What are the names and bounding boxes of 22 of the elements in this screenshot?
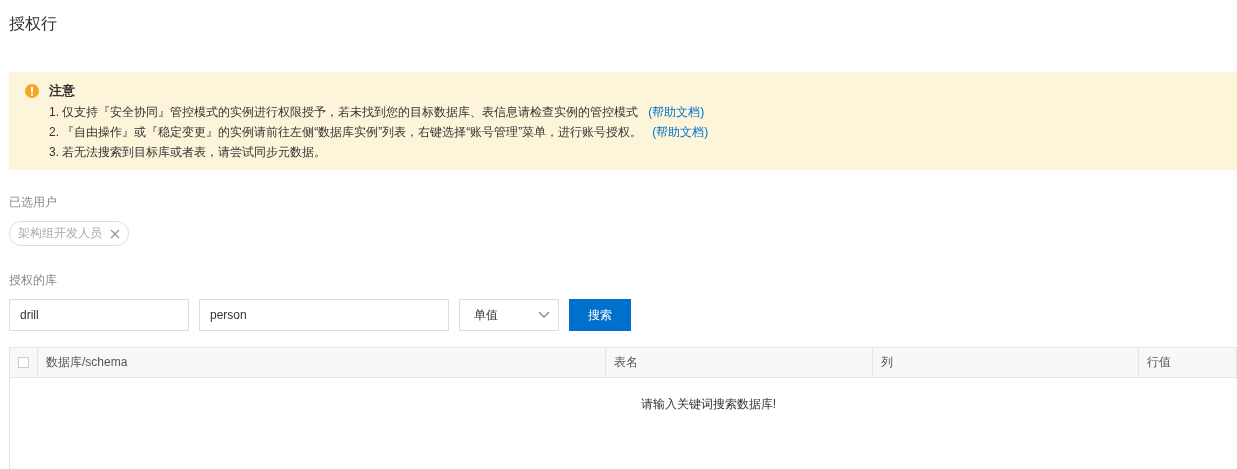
- column-header: 行值: [1139, 348, 1237, 377]
- table-input[interactable]: person: [199, 299, 449, 331]
- column-header: 数据库/schema: [38, 348, 606, 377]
- empty-message: 请输入关键词搜索数据库!: [640, 396, 777, 413]
- warning-icon: [25, 84, 39, 98]
- caret-icon: [538, 311, 550, 319]
- notice-text: 1. 仅支持『安全协同』管控模式的实例进行权限授予，若未找到您的目标数据库、表信息请检查实例的管控模式: [49, 104, 639, 121]
- help-link[interactable]: (帮助文档): [648, 102, 705, 122]
- column-header: 表名: [606, 348, 873, 377]
- search-button[interactable]: 搜索: [569, 299, 631, 331]
- close-icon[interactable]: [110, 228, 120, 239]
- select-all-checkbox[interactable]: [18, 357, 29, 368]
- help-link[interactable]: (帮助文档): [652, 122, 709, 142]
- page-title: 授权行: [9, 14, 58, 34]
- mode-select[interactable]: 单值: [459, 299, 559, 331]
- section-label: 已选用户: [9, 194, 58, 211]
- column-header: 列: [873, 348, 1139, 377]
- notice-text: 2. 『自由操作』或『稳定变更』的实例请前往左侧“数据库实例”列表，右键选择“账号管理”菜单，进行账号授权。: [49, 124, 643, 141]
- section-label: 授权的库: [9, 272, 58, 289]
- notice-title: 注意: [49, 82, 75, 100]
- database-input[interactable]: drill: [9, 299, 189, 331]
- notice-text: 3. 若无法搜索到目标库或者表，请尝试同步元数据。: [49, 144, 327, 161]
